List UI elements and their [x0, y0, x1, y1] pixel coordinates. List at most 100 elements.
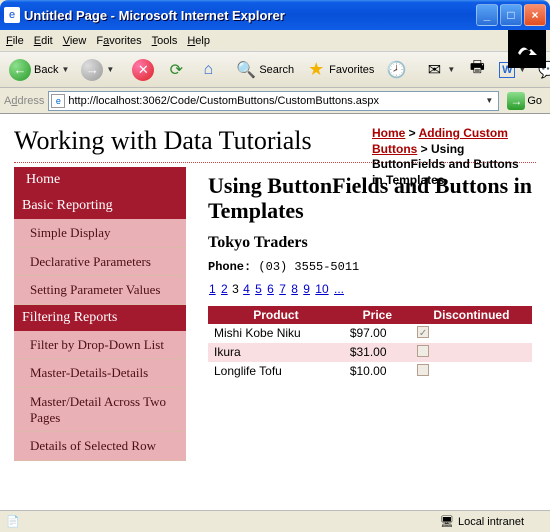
col-price: Price [344, 306, 411, 324]
chevron-down-icon: ▼ [61, 65, 69, 74]
maximize-button[interactable]: □ [500, 4, 522, 26]
table-header-row: Product Price Discontinued [208, 306, 532, 324]
forward-button[interactable]: → ▼ [76, 57, 119, 83]
sidebar-item[interactable]: Master-Details-Details [14, 359, 186, 388]
back-button[interactable]: ← Back ▼ [4, 57, 74, 83]
home-button[interactable]: ⌂ [193, 58, 223, 82]
table-row: Longlife Tofu $10.00 [208, 362, 532, 381]
cell-price: $97.00 [344, 324, 411, 343]
window-title: Untitled Page - Microsoft Internet Explo… [24, 8, 474, 23]
home-icon: ⌂ [198, 60, 218, 80]
cell-product: Longlife Tofu [208, 362, 344, 381]
menu-help[interactable]: Help [187, 35, 210, 47]
search-icon: 🔍 [236, 60, 256, 80]
col-discontinued: Discontinued [411, 306, 532, 324]
page-icon: e [51, 94, 65, 108]
chevron-down-icon: ▼ [447, 65, 455, 74]
back-label: Back [34, 64, 58, 76]
address-bar: Address e ▼ → Go [0, 88, 550, 114]
pager-link[interactable]: 6 [267, 282, 274, 296]
address-label: Address [4, 95, 44, 107]
titlebar: e Untitled Page - Microsoft Internet Exp… [0, 0, 550, 30]
go-label: Go [527, 95, 542, 107]
toolbar: ← Back ▼ → ▼ ✕ ⟳ ⌂ 🔍 Search ★ Favorites … [0, 52, 550, 88]
pager-link[interactable]: 7 [279, 282, 286, 296]
cell-product: Mishi Kobe Niku [208, 324, 344, 343]
zone-icon: 🖥 [440, 515, 454, 529]
cell-price: $31.00 [344, 343, 411, 362]
stop-button[interactable]: ✕ [127, 57, 159, 83]
favorites-label: Favorites [329, 64, 374, 76]
star-icon: ★ [306, 60, 326, 80]
throbber-icon [508, 30, 546, 68]
chevron-down-icon[interactable]: ▼ [482, 96, 496, 105]
pager-link[interactable]: 2 [221, 282, 228, 296]
menu-view[interactable]: View [63, 35, 87, 47]
search-button[interactable]: 🔍 Search [231, 58, 299, 82]
stop-icon: ✕ [132, 59, 154, 81]
sidebar-item[interactable]: Details of Selected Row [14, 432, 186, 461]
cell-price: $10.00 [344, 362, 411, 381]
history-icon: 🕗 [386, 60, 406, 80]
go-button[interactable]: → Go [503, 91, 546, 111]
page-status-icon: 📄 [6, 515, 20, 529]
sidebar-item[interactable]: Declarative Parameters [14, 248, 186, 277]
sidebar-item[interactable]: Setting Parameter Values [14, 276, 186, 305]
menu-edit[interactable]: Edit [34, 35, 53, 47]
sidebar-section-filtering-reports[interactable]: Filtering Reports [14, 305, 186, 331]
pager-link[interactable]: 5 [255, 282, 262, 296]
sidebar-item[interactable]: Simple Display [14, 219, 186, 248]
ie-icon: e [4, 7, 20, 23]
address-field[interactable]: e ▼ [48, 91, 499, 111]
supplier-name: Tokyo Traders [208, 234, 532, 252]
close-button[interactable]: × [524, 4, 546, 26]
menu-favorites[interactable]: Favorites [96, 35, 141, 47]
pager-link[interactable]: 10 [315, 282, 328, 296]
pager-link[interactable]: 1 [209, 282, 216, 296]
mail-button[interactable]: ✉▼ [419, 58, 460, 82]
address-input[interactable] [68, 95, 482, 107]
checkbox-icon [417, 364, 429, 376]
menu-tools[interactable]: Tools [152, 35, 178, 47]
pager-link[interactable]: 8 [291, 282, 298, 296]
table-row: Ikura $31.00 [208, 343, 532, 362]
pager-link[interactable]: 9 [303, 282, 310, 296]
sidebar: Home Basic Reporting Simple Display Decl… [14, 163, 186, 461]
sidebar-item[interactable]: Filter by Drop-Down List [14, 331, 186, 360]
cell-disc [411, 324, 532, 343]
main-content: Using ButtonFields and Buttons in Templa… [186, 163, 536, 461]
pager: 1 2 3 4 5 6 7 8 9 10 ... [208, 282, 532, 296]
phone-row: Phone: (03) 3555-5011 [208, 260, 532, 274]
chevron-down-icon: ▼ [106, 65, 114, 74]
viewport: Working with Data Tutorials Home > Addin… [0, 114, 550, 510]
zone-label: Local intranet [458, 516, 524, 528]
menu-file[interactable]: File [6, 35, 24, 47]
phone-label: Phone: [208, 260, 251, 274]
pager-more[interactable]: ... [334, 282, 344, 296]
breadcrumb: Home > Adding Custom Buttons > Using But… [372, 126, 532, 188]
refresh-button[interactable]: ⟳ [161, 58, 191, 82]
sidebar-item[interactable]: Master/Detail Across Two Pages [14, 388, 186, 432]
breadcrumb-home[interactable]: Home [372, 126, 405, 140]
sidebar-section-basic-reporting[interactable]: Basic Reporting [14, 193, 186, 219]
print-button[interactable]: 🖶 [462, 58, 492, 82]
print-icon: 🖶 [467, 60, 487, 80]
phone-value: (03) 3555-5011 [258, 260, 359, 274]
forward-icon: → [81, 59, 103, 81]
sidebar-item-home[interactable]: Home [14, 167, 186, 193]
minimize-button[interactable]: _ [476, 4, 498, 26]
statusbar: 📄 🖥 Local intranet [0, 510, 550, 532]
table-row: Mishi Kobe Niku $97.00 [208, 324, 532, 343]
refresh-icon: ⟳ [166, 60, 186, 80]
pager-link[interactable]: 4 [243, 282, 250, 296]
menubar: File Edit View Favorites Tools Help [0, 30, 550, 52]
checkbox-icon [417, 326, 429, 338]
cell-disc [411, 343, 532, 362]
history-button[interactable]: 🕗 [381, 58, 411, 82]
favorites-button[interactable]: ★ Favorites [301, 58, 379, 82]
go-icon: → [507, 92, 525, 110]
products-table: Product Price Discontinued Mishi Kobe Ni… [208, 306, 532, 381]
cell-product: Ikura [208, 343, 344, 362]
back-icon: ← [9, 59, 31, 81]
checkbox-icon [417, 345, 429, 357]
